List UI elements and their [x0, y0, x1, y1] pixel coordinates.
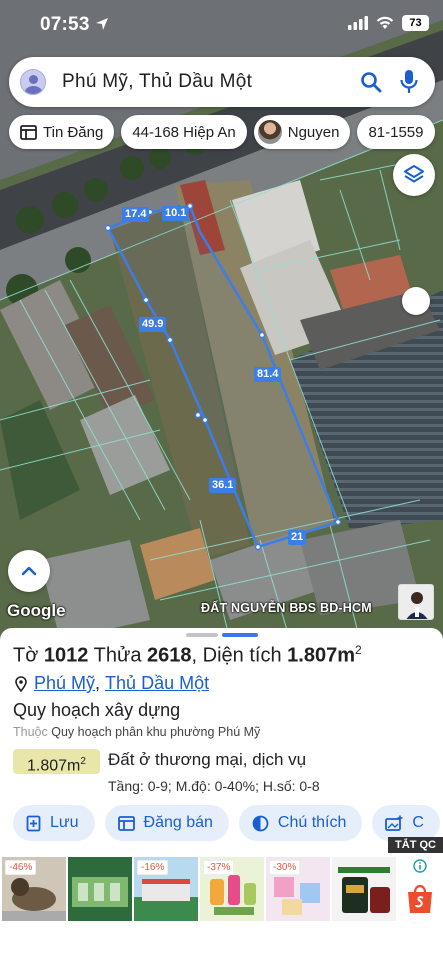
ad-discount: -30%	[269, 860, 301, 875]
satellite-map[interactable]: 17.4 10.1 49.9 81.4 36.1 21 07:53 73 Phú…	[0, 0, 443, 640]
chip-label: 81-1559	[368, 123, 424, 141]
badge-area: 1.807m	[27, 757, 81, 775]
measurement-label: 49.9	[139, 317, 167, 332]
add-photo-icon	[385, 815, 403, 831]
expand-up-button[interactable]	[8, 550, 50, 592]
ad-image	[338, 867, 390, 913]
add-photo-button[interactable]: C	[372, 805, 440, 841]
ad-discount: -37%	[203, 860, 235, 875]
search-input[interactable]: Phú Mỹ, Thủ Dầu Một	[62, 71, 357, 93]
measurement-label: 10.1	[162, 206, 190, 221]
legend-button[interactable]: Chú thích	[238, 805, 363, 841]
add-photo-label: C	[412, 814, 424, 831]
layers-icon	[404, 165, 424, 183]
chip-tin-dang[interactable]: Tin Đăng	[9, 115, 115, 149]
area-unit: 2	[355, 643, 362, 657]
ad-item[interactable]	[68, 857, 132, 921]
ad-item[interactable]	[332, 857, 396, 921]
pin-icon	[15, 675, 27, 692]
plan-sub-text: Quy hoạch phân khu phường Phú Mỹ	[51, 725, 261, 739]
plan-title: Quy hoạch xây dựng	[13, 700, 181, 720]
chip-81-1559[interactable]: 81-1559	[357, 115, 435, 149]
parcel-location: Phú Mỹ, Thủ Dầu Một	[14, 673, 209, 694]
plan-subtitle: Thuộc Quy hoạch phân khu phường Phú Mỹ	[13, 725, 260, 739]
chip-label: 44-168 Hiệp An	[132, 123, 236, 141]
ad-discount: -46%	[5, 860, 37, 875]
measurement-label: 36.1	[209, 478, 237, 493]
listing-icon	[20, 124, 37, 140]
battery-icon: 73	[402, 15, 429, 31]
ad-banner[interactable]: -46% -16% -37% -30%	[2, 857, 443, 921]
ad-image	[72, 877, 128, 907]
watermark-avatar	[398, 584, 434, 620]
parcel-title: Tờ 1012 Thửa 2618, Diện tích 1.807m2	[13, 643, 362, 667]
chip-label: Tin Đăng	[43, 123, 104, 141]
thua-value: 2618	[147, 644, 192, 667]
ad-discount: -16%	[137, 860, 169, 875]
save-button[interactable]: Lưu	[13, 805, 95, 841]
location-arrow-icon	[96, 18, 109, 30]
to-value: 1012	[43, 644, 89, 667]
zoning-params: Tầng: 0-9; M.độ: 0-40%; H.số: 0-8	[108, 778, 320, 794]
city-link[interactable]: Thủ Dầu Một	[105, 673, 209, 694]
measurement-label: 21	[288, 530, 307, 545]
layers-button[interactable]	[393, 154, 435, 196]
legend-label: Chú thích	[277, 814, 347, 831]
area-value: 1.807m	[287, 644, 355, 667]
ad-item[interactable]: -46%	[2, 857, 66, 921]
opacity-slider-handle[interactable]	[402, 287, 430, 315]
area-badge: 1.807m2	[13, 749, 100, 774]
search-bar[interactable]: Phú Mỹ, Thủ Dầu Một	[9, 57, 435, 107]
post-sale-label: Đăng bán	[143, 814, 213, 831]
status-icons: 73	[348, 15, 429, 31]
sheet-handle-active[interactable]	[222, 633, 258, 637]
area-label: Diện tích	[202, 644, 282, 667]
microphone-icon[interactable]	[395, 68, 423, 96]
wifi-icon	[376, 16, 394, 29]
post-sale-button[interactable]: Đăng bán	[104, 805, 229, 841]
measurement-label: 17.4	[122, 207, 150, 222]
status-time-text: 07:53	[40, 14, 90, 35]
search-icon[interactable]	[357, 68, 385, 96]
badge-unit: 2	[80, 756, 86, 767]
bookmark-plus-icon	[26, 815, 41, 831]
close-ads-button[interactable]: TẮT QC	[388, 837, 443, 853]
save-label: Lưu	[50, 814, 79, 831]
land-use-type: Đất ở thương mại, dịch vụ	[108, 750, 307, 769]
to-label: Tờ	[13, 644, 39, 667]
map-watermark: ĐẤT NGUYỄN BĐS BD-HCM	[201, 601, 372, 615]
thua-label: Thửa	[93, 644, 142, 667]
chip-nguyen[interactable]: Nguyen	[253, 115, 351, 149]
status-bar: 07:53 73	[0, 0, 443, 52]
chevron-up-icon	[21, 566, 37, 576]
chip-label: Nguyen	[287, 123, 340, 141]
shopee-icon	[408, 884, 432, 913]
listing-icon	[117, 815, 135, 831]
shopee-ad-logo[interactable]	[400, 857, 440, 921]
info-icon[interactable]	[413, 859, 427, 873]
chip-hiep-an[interactable]: 44-168 Hiệp An	[121, 115, 247, 149]
sheet-handle[interactable]	[186, 633, 218, 637]
ad-item[interactable]: -16%	[134, 857, 198, 921]
status-time: 07:53	[40, 14, 109, 36]
google-logo: Google	[7, 601, 66, 620]
contrast-icon	[252, 815, 269, 831]
cellular-signal-icon	[348, 16, 368, 30]
action-buttons: Lưu Đăng bán Chú thích C	[13, 805, 440, 841]
user-photo-icon	[257, 120, 282, 144]
ad-item[interactable]: -37%	[200, 857, 264, 921]
ward-link[interactable]: Phú Mỹ	[34, 673, 95, 694]
plan-sub-prefix: Thuộc	[13, 725, 48, 739]
parcel-info-sheet[interactable]: Tờ 1012 Thửa 2618, Diện tích 1.807m2 Phú…	[0, 628, 443, 959]
avatar[interactable]	[20, 69, 46, 95]
filter-chips: Tin Đăng 44-168 Hiệp An Nguyen 81-1559	[9, 115, 435, 149]
measurement-label: 81.4	[254, 367, 282, 382]
ad-item[interactable]: -30%	[266, 857, 330, 921]
